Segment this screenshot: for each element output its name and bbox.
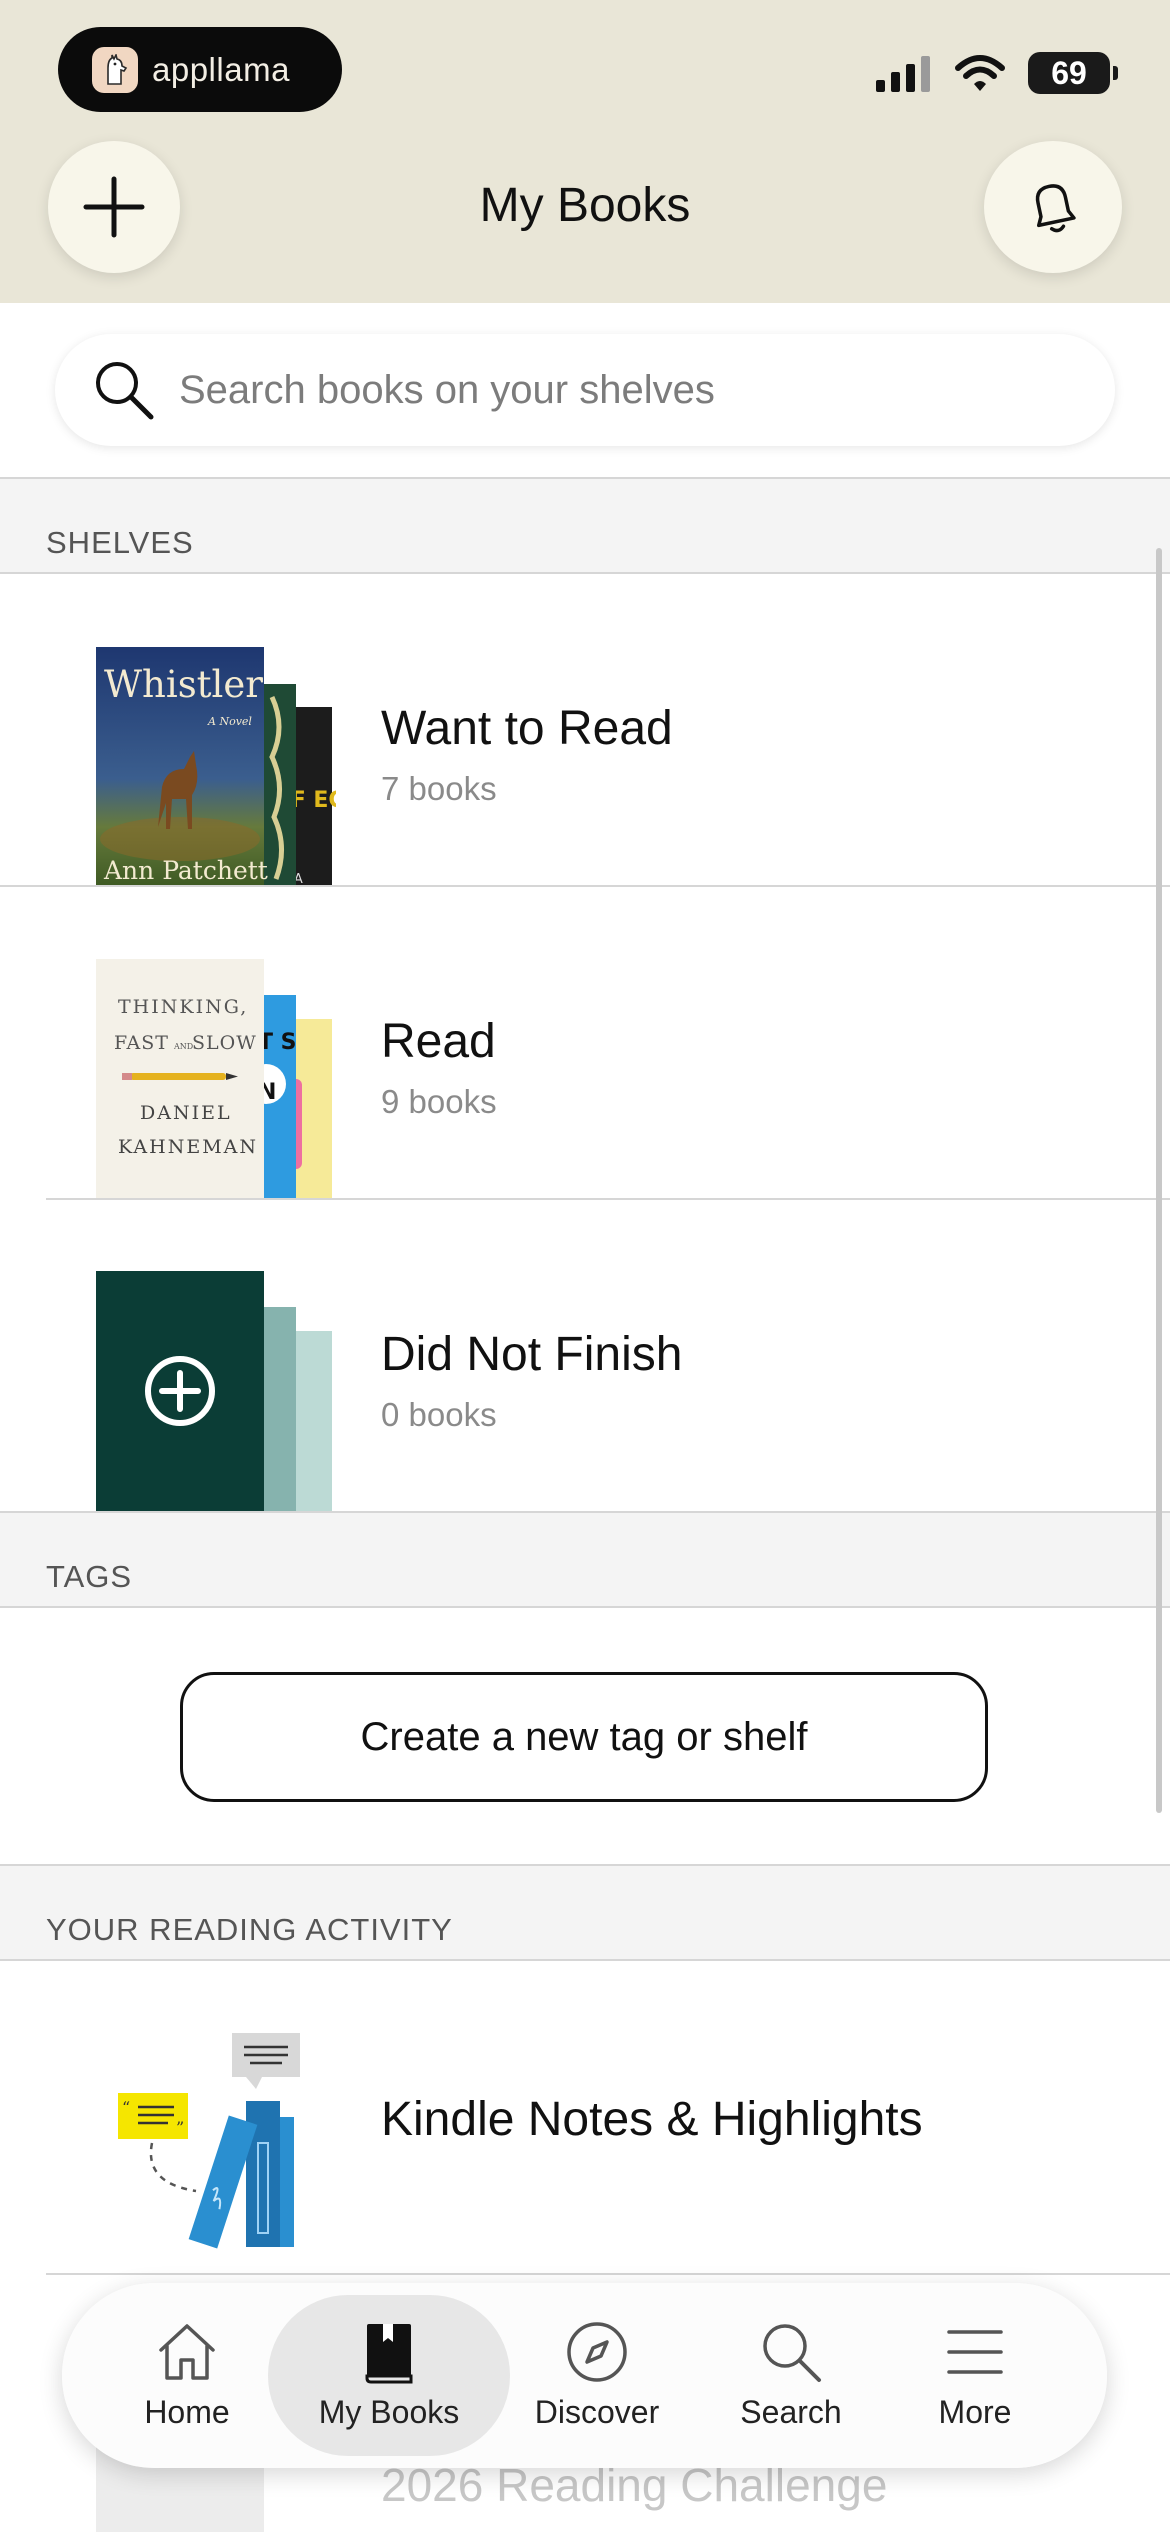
book-icon xyxy=(365,2324,413,2384)
tab-label: Discover xyxy=(534,2394,660,2430)
cover-author-text: Ann Patchett xyxy=(103,856,268,885)
svg-text:”: ” xyxy=(176,2118,184,2137)
signal-icon xyxy=(876,56,930,92)
svg-text:“: “ xyxy=(122,2098,130,2117)
scrollbar[interactable] xyxy=(1156,548,1162,1813)
cover-title-and: AND xyxy=(173,1042,193,1051)
tab-more[interactable]: More xyxy=(920,2283,1030,2468)
shelf-count: 0 books xyxy=(381,1396,497,1433)
shelf-name: Read xyxy=(381,1015,496,1068)
search-icon xyxy=(763,2324,821,2382)
cover-title-text: Whistler xyxy=(104,663,263,706)
cover-subtitle-text: A Novel xyxy=(207,715,252,728)
bell-icon xyxy=(1035,184,1076,233)
activity-name: Kindle Notes & Highlights xyxy=(381,2093,923,2146)
menu-icon xyxy=(947,2330,1003,2374)
tab-label: My Books xyxy=(318,2394,460,2430)
shelf-count: 7 books xyxy=(381,770,497,807)
did-not-finish-cover-stack xyxy=(96,1271,332,1511)
shelf-row-did-not-finish[interactable]: Did Not Finish 0 books xyxy=(0,1200,1170,1512)
shelf-row-want-to-read[interactable]: OF EG PATA Whistler A Novel Ann Patchett… xyxy=(0,574,1170,887)
tab-discover[interactable]: Discover xyxy=(522,2283,672,2468)
activity-section-label: YOUR READING ACTIVITY xyxy=(46,1912,453,1947)
wifi-icon xyxy=(955,55,1005,91)
shelf-row-read[interactable]: T S N THINKING, FAST AND SLOW DANIEL KAH… xyxy=(0,887,1170,1199)
kindle-notes-illustration: “ ” xyxy=(118,2033,300,2249)
search-input[interactable] xyxy=(177,366,1081,414)
create-tag-button[interactable]: Create a new tag or shelf xyxy=(180,1672,988,1802)
shelves-section-header: SHELVES xyxy=(0,477,1170,574)
home-icon xyxy=(159,2324,215,2380)
llama-logo-icon xyxy=(92,46,138,93)
cover-author-line-1: DANIEL xyxy=(140,1102,232,1124)
cover-author-line-2: KAHNEMAN xyxy=(118,1136,258,1158)
tab-label: Home xyxy=(144,2394,230,2430)
status-app-pill[interactable]: appllama xyxy=(58,27,342,112)
read-cover-stack: T S N THINKING, FAST AND SLOW DANIEL KAH… xyxy=(96,959,332,1199)
notifications-button[interactable] xyxy=(984,141,1122,273)
activity-section-header: YOUR READING ACTIVITY xyxy=(0,1864,1170,1961)
cover-title-line-2: FAST xyxy=(114,1032,169,1054)
shelves-section-label: SHELVES xyxy=(46,525,194,560)
activity-row-kindle-notes[interactable]: “ ” Kindle Notes & Highlights xyxy=(0,1961,1170,2273)
top-header: appllama 69 My Books xyxy=(0,0,1170,303)
row-divider xyxy=(46,2273,1170,2275)
cover-title-line-1: THINKING, xyxy=(118,996,248,1018)
shelf-search-field[interactable] xyxy=(55,334,1115,446)
shelf-name: Want to Read xyxy=(381,702,673,755)
compass-icon xyxy=(567,2322,627,2382)
tab-home[interactable]: Home xyxy=(122,2283,252,2468)
shelf-name: Did Not Finish xyxy=(381,1328,683,1381)
battery-indicator: 69 xyxy=(1028,52,1118,94)
tags-section-label: TAGS xyxy=(46,1559,133,1594)
app-pill-label: appllama xyxy=(152,50,290,88)
tab-label: More xyxy=(938,2394,1012,2430)
bottom-tab-bar: Home My Books Discover Search More xyxy=(62,2283,1107,2468)
search-icon xyxy=(96,362,154,420)
status-icons: 69 xyxy=(876,52,1118,94)
search-area xyxy=(0,303,1170,477)
tab-search[interactable]: Search xyxy=(716,2283,866,2468)
tags-section-header: TAGS xyxy=(0,1511,1170,1608)
want-to-read-cover-stack: OF EG PATA Whistler A Novel Ann Patchett xyxy=(96,647,336,887)
tab-label: Search xyxy=(740,2394,842,2430)
tab-my-books[interactable]: My Books xyxy=(268,2283,510,2468)
cover-title-line-3: SLOW xyxy=(192,1032,257,1054)
shelf-count: 9 books xyxy=(381,1083,497,1120)
